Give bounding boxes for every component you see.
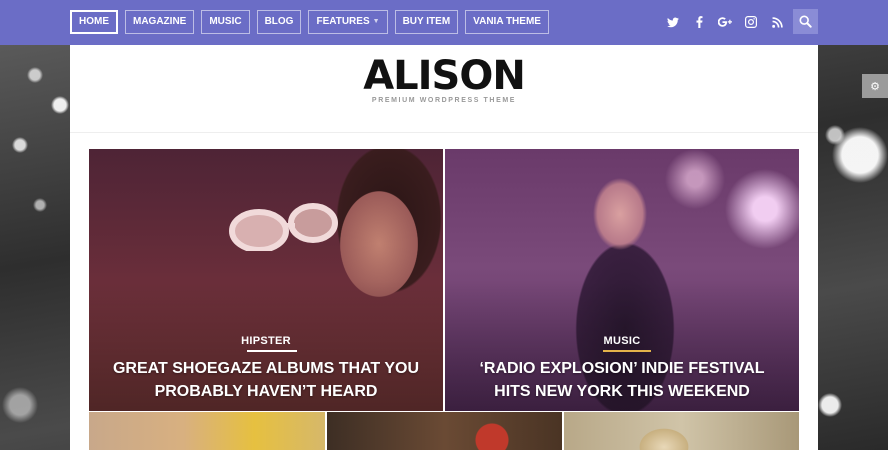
nav-item-features[interactable]: FEATURES ▼ (308, 10, 388, 34)
nav-item-blog[interactable]: BLOG (256, 10, 302, 34)
site-logo[interactable]: ALISON (70, 53, 818, 99)
post-thumbnail-4[interactable] (327, 412, 562, 450)
post-thumbnail-3[interactable] (89, 412, 325, 450)
nav-item-label: VANIA THEME (473, 16, 541, 27)
category-underline (247, 350, 297, 352)
category-underline (603, 350, 651, 352)
nav-item-buy-item[interactable]: BUY ITEM (394, 10, 459, 34)
google-plus-icon[interactable] (712, 10, 738, 34)
nav-item-label: HOME (79, 16, 109, 27)
post-thumbnail-5[interactable] (564, 412, 799, 450)
nav-item-label: FEATURES (316, 16, 370, 27)
chevron-down-icon: ▼ (372, 18, 380, 25)
site-tagline: PREMIUM WORDPRESS THEME (371, 97, 517, 104)
facebook-icon[interactable] (686, 10, 712, 34)
nav-item-vania-theme[interactable]: VANIA THEME (465, 10, 549, 34)
top-navigation-bar: HOME MAGAZINE MUSIC BLOG FEATURES ▼ BUY I… (0, 0, 888, 45)
post-category[interactable]: HIPSTER (89, 335, 443, 347)
site-header: ALISON PREMIUM WORDPRESS THEME (70, 45, 818, 133)
nav-item-music[interactable]: MUSIC (201, 10, 250, 34)
featured-post-1[interactable]: HIPSTER GREAT SHOEGAZE ALBUMS THAT YOU P… (89, 149, 443, 411)
search-icon (799, 15, 812, 28)
featured-post-2[interactable]: MUSIC ‘RADIO EXPLOSION’ INDIE FESTIVAL H… (445, 149, 799, 411)
settings-button[interactable]: ⚙ (862, 74, 888, 98)
nav-item-magazine[interactable]: MAGAZINE (125, 10, 195, 34)
nav-item-label: BLOG (264, 16, 294, 27)
nav-item-label: MAGAZINE (133, 16, 187, 27)
nav-item-label: BUY ITEM (402, 16, 451, 27)
post-title[interactable]: GREAT SHOEGAZE ALBUMS THAT YOU PROBABLY … (109, 357, 423, 403)
post-category[interactable]: MUSIC (445, 335, 799, 347)
search-button[interactable] (793, 9, 818, 34)
nav-item-home[interactable]: HOME (70, 10, 118, 34)
post-title[interactable]: ‘RADIO EXPLOSION’ INDIE FESTIVAL HITS NE… (465, 357, 779, 403)
post-image-sunglasses (229, 203, 338, 251)
nav-item-label: MUSIC (209, 16, 242, 27)
main-menu: HOME MAGAZINE MUSIC BLOG FEATURES ▼ BUY I… (70, 10, 549, 34)
gear-icon: ⚙ (870, 80, 880, 93)
twitter-icon[interactable] (660, 10, 686, 34)
instagram-icon[interactable] (738, 10, 764, 34)
rss-icon[interactable] (764, 10, 790, 34)
social-links (660, 10, 790, 34)
